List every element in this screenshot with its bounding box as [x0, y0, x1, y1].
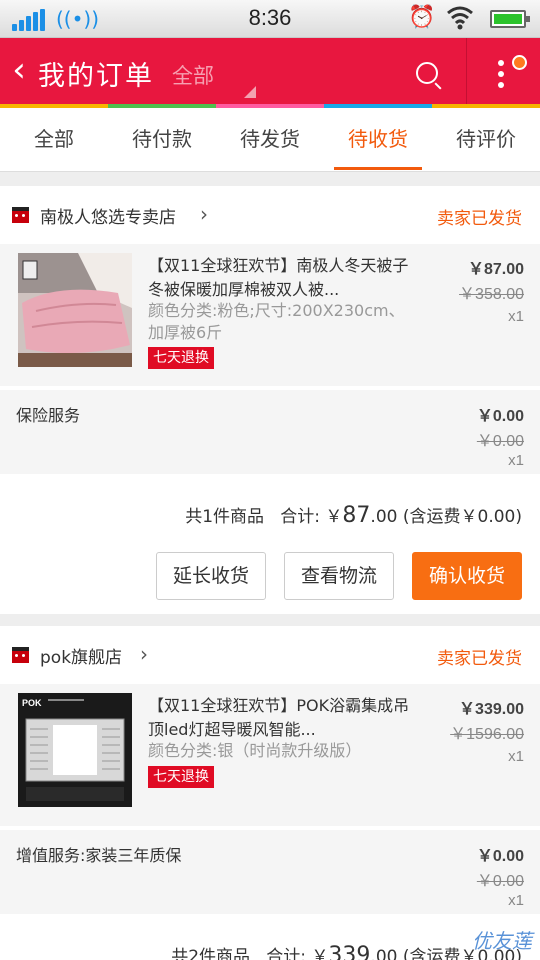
order-tabs: 全部 待付款 待发货 待收货 待评价 [0, 108, 540, 172]
product-title: 【双11全球狂欢节】南极人冬天被子冬被保暖加厚棉被双人被... [148, 256, 409, 299]
tab-all[interactable]: 全部 [0, 108, 108, 171]
tab-pending-payment[interactable]: 待付款 [108, 108, 216, 171]
product-spec: 颜色分类:银（时尚款升级版） [148, 741, 362, 760]
app-header: ‹ 我的订单 全部 [0, 38, 540, 106]
notification-dot-icon [512, 55, 527, 70]
watermark-logo: 优友莲 [472, 929, 532, 953]
order-item[interactable]: POK 【双11全球狂欢节】POK浴霸集成吊顶led灯超导暖风智能... 颜色分… [0, 684, 540, 826]
product-image [18, 253, 132, 367]
original-price: ￥1596.00 [450, 726, 524, 743]
status-bar: ((•)) 8:36 ⏰ [0, 0, 540, 38]
service-row: 保险服务 ￥0.00 ￥0.00 x1 [0, 390, 540, 474]
product-spec: 颜色分类:粉色;尺寸:200X230cm、加厚被6斤 [148, 301, 405, 342]
tmall-icon [12, 647, 29, 663]
shop-name: pok旗舰店 [40, 648, 123, 668]
product-price: ￥87.00 [467, 261, 524, 278]
tab-pending-review[interactable]: 待评价 [432, 108, 540, 171]
summary-text: 共2件商品 合计: ￥339.00 (含运费￥0.00) [171, 942, 522, 960]
confirm-receipt-button[interactable]: 确认收货 [412, 552, 522, 600]
dropdown-corner-icon [244, 86, 256, 98]
header-divider [466, 38, 467, 106]
battery-icon [490, 10, 530, 28]
back-button[interactable]: ‹ [6, 48, 32, 92]
order-filter-dropdown[interactable]: 全部 [172, 60, 214, 90]
order-status: 卖家已发货 [437, 209, 522, 229]
tab-pending-shipment[interactable]: 待发货 [216, 108, 324, 171]
order-summary: 共2件商品 合计: ￥339.00 (含运费￥0.00) [0, 914, 540, 960]
shop-row[interactable]: pok旗舰店 › 卖家已发货 [0, 626, 540, 684]
product-quantity: x1 [508, 748, 524, 765]
order-item[interactable]: 【双11全球狂欢节】南极人冬天被子冬被保暖加厚棉被双人被... 颜色分类:粉色;… [0, 244, 540, 386]
shop-row[interactable]: 南极人悠选专卖店 › 卖家已发货 [0, 186, 540, 244]
chevron-right-icon: › [140, 642, 148, 666]
service-original-price: ￥0.00 [476, 433, 524, 450]
service-price: ￥0.00 [476, 408, 524, 425]
chevron-right-icon: › [200, 202, 208, 226]
total-amount: 87 [342, 503, 371, 528]
total-currency: ￥ [325, 507, 343, 527]
tmall-icon [12, 207, 29, 223]
item-count: 共1件商品 [185, 507, 265, 527]
total-label: 合计: [280, 507, 321, 527]
svg-text:POK: POK [22, 698, 42, 708]
order-summary: 共1件商品 合计: ￥87.00 (含运费￥0.00) [0, 474, 540, 552]
service-row: 增值服务:家装三年质保 ￥0.00 ￥0.00 x1 [0, 830, 540, 914]
alarm-icon: ⏰ [408, 5, 436, 30]
order-card: 南极人悠选专卖店 › 卖家已发货 【双11全球狂欢节】南极人冬天被子冬被保暖加厚… [0, 186, 540, 614]
summary-text: 共1件商品 合计: ￥87.00 (含运费￥0.00) [185, 502, 522, 528]
original-price: ￥358.00 [459, 286, 524, 303]
service-original-price: ￥0.00 [476, 873, 524, 890]
total-amount: 339 [328, 943, 371, 960]
view-logistics-button[interactable]: 查看物流 [284, 552, 394, 600]
product-title: 【双11全球狂欢节】POK浴霸集成吊顶led灯超导暖风智能... [148, 696, 410, 739]
service-quantity: x1 [508, 452, 524, 469]
tab-pending-receipt[interactable]: 待收货 [324, 108, 432, 171]
return-badge: 七天退换 [148, 766, 214, 788]
wifi-icon [447, 6, 473, 30]
extend-receipt-button[interactable]: 延长收货 [156, 552, 266, 600]
total-decimal: .00 [370, 507, 398, 527]
more-menu-button[interactable] [498, 60, 506, 93]
product-price: ￥339.00 [459, 701, 524, 718]
service-price: ￥0.00 [476, 848, 524, 865]
product-quantity: x1 [508, 308, 524, 325]
search-icon[interactable] [416, 62, 438, 84]
service-label: 增值服务:家装三年质保 [16, 846, 182, 865]
order-actions: 延长收货 查看物流 确认收货 [0, 552, 540, 614]
order-status: 卖家已发货 [437, 649, 522, 669]
return-badge: 七天退换 [148, 347, 214, 369]
total-label: 合计: [266, 947, 307, 960]
item-count: 共2件商品 [171, 947, 251, 960]
product-image: POK [18, 693, 132, 807]
total-currency: ￥ [311, 947, 329, 960]
shop-name: 南极人悠选专卖店 [40, 208, 176, 228]
service-quantity: x1 [508, 892, 524, 909]
order-card: pok旗舰店 › 卖家已发货 POK 【双11全球狂欢节】POK浴霸集成吊顶le… [0, 626, 540, 960]
total-decimal: .00 [370, 947, 398, 960]
page-title: 我的订单 [38, 61, 154, 92]
service-label: 保险服务 [16, 406, 81, 425]
shipping-fee: (含运费￥0.00) [402, 507, 522, 527]
